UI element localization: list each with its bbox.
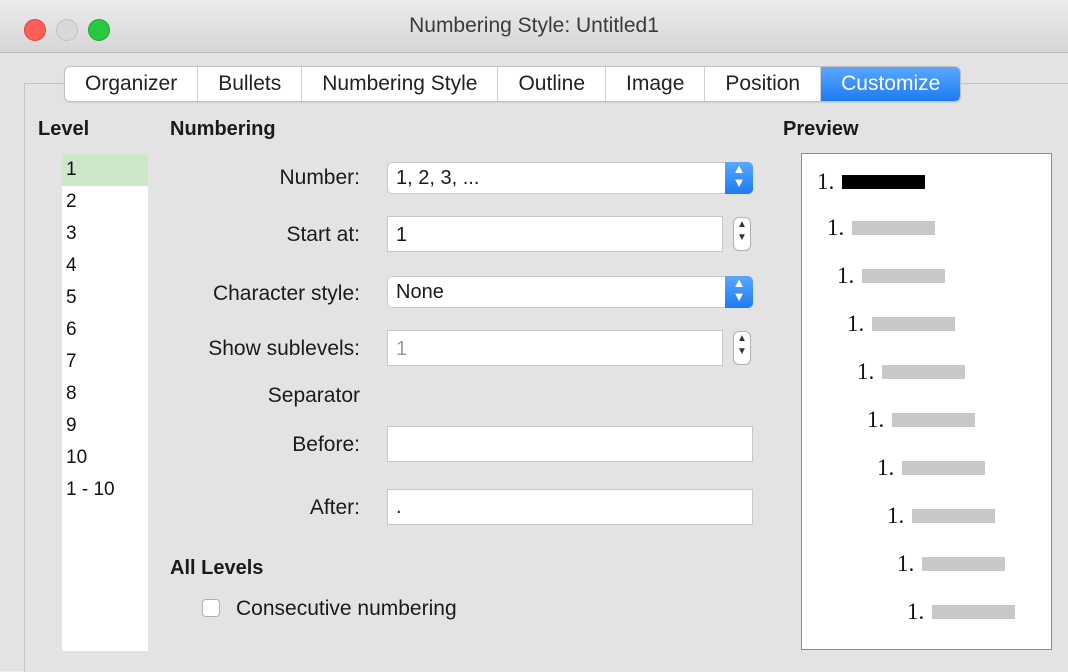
after-label: After: — [309, 496, 360, 519]
character-style-select[interactable]: None ▲ ▼ — [387, 276, 753, 308]
select-arrows-icon: ▲ ▼ — [725, 162, 753, 194]
preview-bar — [862, 269, 946, 283]
preview-number: 1. — [837, 263, 855, 288]
select-arrows-icon: ▲ ▼ — [725, 276, 753, 308]
preview-bar — [912, 509, 996, 523]
level-list[interactable]: 1 2 3 4 5 6 7 8 9 10 1 - 10 — [62, 154, 148, 651]
preview-row: 1. — [907, 599, 1016, 624]
show-sublevels-field: 1 — [387, 330, 723, 366]
preview-bar — [872, 317, 956, 331]
level-item[interactable]: 10 — [62, 442, 148, 474]
separator-label: Separator — [267, 384, 360, 407]
level-item[interactable]: 1 — [62, 154, 148, 186]
level-heading: Level — [38, 118, 90, 140]
preview-bar — [892, 413, 976, 427]
start-at-field[interactable]: 1 — [387, 216, 723, 252]
tab-numbering-style[interactable]: Numbering Style — [302, 67, 499, 101]
show-sublevels-value: 1 — [396, 338, 408, 360]
preview-number: 1. — [867, 407, 885, 432]
preview-number: 1. — [907, 599, 925, 624]
tab-customize[interactable]: Customize — [821, 67, 961, 101]
tab-outline[interactable]: Outline — [498, 67, 607, 101]
level-item[interactable]: 3 — [62, 218, 148, 250]
preview-bar — [922, 557, 1006, 571]
show-sublevels-stepper: ▲ ▼ — [733, 331, 751, 365]
preview-number: 1. — [827, 215, 845, 240]
consecutive-numbering-label: Consecutive numbering — [236, 597, 457, 620]
preview-row: 1. — [827, 215, 936, 240]
number-select[interactable]: 1, 2, 3, ... ▲ ▼ — [387, 162, 753, 194]
preview-number: 1. — [897, 551, 915, 576]
level-item[interactable]: 7 — [62, 346, 148, 378]
start-at-label: Start at: — [286, 223, 360, 246]
number-select-value: 1, 2, 3, ... — [396, 167, 480, 189]
level-item[interactable]: 1 - 10 — [62, 474, 148, 506]
before-field[interactable] — [387, 426, 753, 462]
preview-row: 1. — [847, 311, 956, 336]
preview-row: 1. — [857, 359, 966, 384]
window-title: Numbering Style: Untitled1 — [409, 14, 659, 37]
level-item[interactable]: 5 — [62, 282, 148, 314]
preview-row: 1. — [877, 455, 986, 480]
preview-number: 1. — [817, 169, 835, 194]
title-bar: Numbering Style: Untitled1 — [0, 0, 1068, 53]
preview-bar — [842, 175, 926, 189]
preview-number: 1. — [847, 311, 865, 336]
dialog-window: Numbering Style: Untitled1 Organizer Bul… — [0, 0, 1068, 672]
tab-position[interactable]: Position — [705, 67, 822, 101]
preview-number: 1. — [887, 503, 905, 528]
preview-row: 1. — [817, 169, 926, 194]
all-levels-heading: All Levels — [170, 557, 264, 579]
tab-bullets[interactable]: Bullets — [198, 67, 303, 101]
start-at-stepper[interactable]: ▲ ▼ — [733, 217, 751, 251]
level-item[interactable]: 6 — [62, 314, 148, 346]
consecutive-numbering-checkbox[interactable] — [202, 599, 220, 617]
after-field[interactable]: . — [387, 489, 753, 525]
preview-pane: 1. 1. 1. 1. 1. 1. 1. 1. 1. 1. — [801, 153, 1052, 650]
preview-heading: Preview — [783, 118, 859, 140]
character-style-value: None — [396, 281, 444, 303]
preview-row: 1. — [837, 263, 946, 288]
level-item[interactable]: 2 — [62, 186, 148, 218]
tab-image[interactable]: Image — [606, 67, 706, 101]
numbering-heading: Numbering — [170, 118, 276, 140]
tab-bar: Organizer Bullets Numbering Style Outlin… — [64, 66, 962, 102]
preview-bar — [932, 605, 1016, 619]
preview-row: 1. — [897, 551, 1006, 576]
level-item[interactable]: 9 — [62, 410, 148, 442]
level-item[interactable]: 8 — [62, 378, 148, 410]
preview-bar — [882, 365, 966, 379]
preview-bar — [852, 221, 936, 235]
tab-organizer[interactable]: Organizer — [65, 67, 199, 101]
number-label: Number: — [279, 166, 360, 189]
before-label: Before: — [292, 433, 360, 456]
preview-bar — [902, 461, 986, 475]
preview-number: 1. — [877, 455, 895, 480]
show-sublevels-label: Show sublevels: — [208, 337, 360, 360]
preview-number: 1. — [857, 359, 875, 384]
after-value: . — [396, 496, 402, 518]
character-style-label: Character style: — [212, 282, 360, 305]
preview-row: 1. — [867, 407, 976, 432]
start-at-value: 1 — [396, 224, 408, 246]
preview-row: 1. — [887, 503, 996, 528]
level-item[interactable]: 4 — [62, 250, 148, 282]
